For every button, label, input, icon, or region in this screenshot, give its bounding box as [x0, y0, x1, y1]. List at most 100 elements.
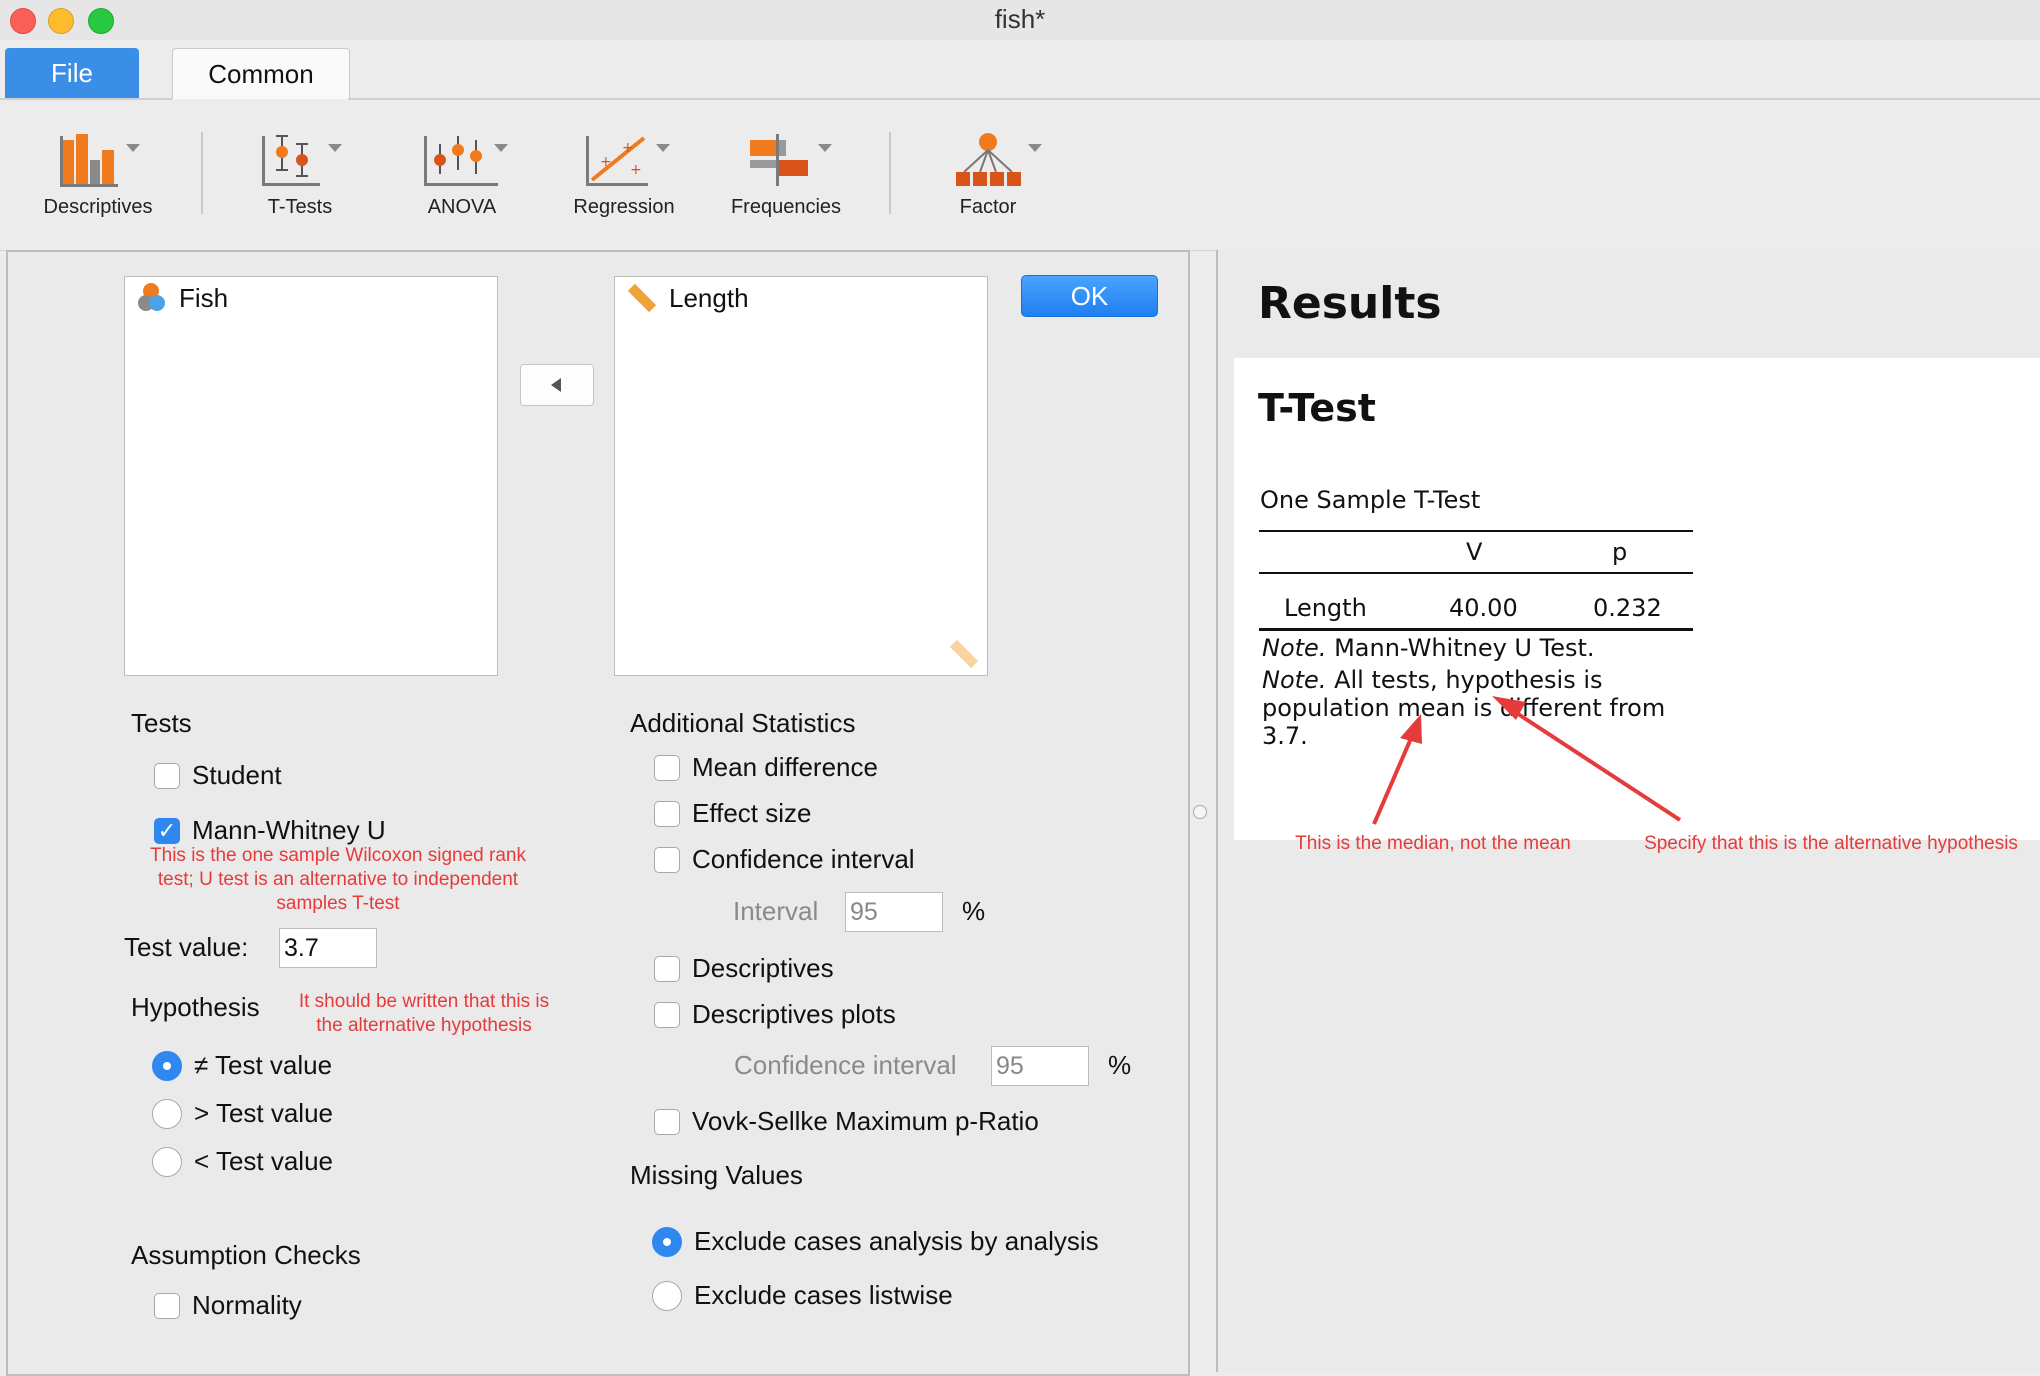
radio-label: < Test value — [194, 1146, 334, 1176]
toolbar-label: Frequencies — [730, 196, 842, 218]
checkbox-label: Vovk-Sellke Maximum p-Ratio — [692, 1106, 1039, 1136]
table-header-rule — [1259, 572, 1693, 574]
column-header-v: V — [1466, 538, 1483, 566]
additional-statistics-header: Additional Statistics — [630, 708, 856, 738]
vovk-sellke-checkbox[interactable]: Vovk-Sellke Maximum p-Ratio — [654, 1106, 1039, 1137]
arrow-line — [1510, 708, 1682, 822]
checkbox[interactable] — [654, 1108, 680, 1135]
toolbar-regression[interactable]: + + + Regression — [564, 130, 684, 230]
toolbar-factor[interactable]: Factor — [928, 130, 1048, 230]
tab-common[interactable]: Common — [172, 48, 350, 99]
assumption-checks-header: Assumption Checks — [131, 1240, 361, 1270]
checkbox-label: Effect size — [692, 798, 812, 828]
hypothesis-option[interactable]: < Test value — [152, 1146, 333, 1177]
tab-file[interactable]: File — [5, 48, 139, 98]
radio-label: Exclude cases analysis by analysis — [694, 1226, 1099, 1256]
checkbox-label: Mann-Whitney U — [192, 815, 386, 845]
checkbox[interactable] — [654, 754, 680, 781]
arrow-line — [1372, 735, 1414, 825]
mean-difference-checkbox[interactable]: Mean difference — [654, 752, 878, 783]
radio[interactable] — [152, 1098, 182, 1129]
checkbox-label: Descriptives — [692, 953, 834, 983]
panel-splitter-handle[interactable] — [1193, 805, 1207, 819]
frequencies-icon — [750, 134, 832, 186]
checkbox-label: Student — [192, 760, 282, 790]
radio-selected[interactable] — [152, 1050, 182, 1081]
table-top-rule — [1259, 530, 1693, 532]
ruler-icon — [949, 639, 979, 669]
missing-values-header: Missing Values — [630, 1160, 803, 1190]
column-header-p: p — [1612, 538, 1628, 566]
svg-text:+: + — [630, 162, 642, 178]
svg-text:+: + — [622, 140, 634, 156]
table-cell-p: 0.232 — [1593, 594, 1662, 622]
percent-label: % — [962, 896, 986, 926]
regression-icon: + + + — [586, 136, 670, 186]
arrow-left-icon — [551, 378, 561, 392]
toolbar-anova[interactable]: ANOVA — [402, 130, 522, 230]
toolbar-label: T-Tests — [267, 196, 333, 218]
plot-ci-label: Confidence interval — [734, 1050, 957, 1080]
test-value-label: Test value: — [124, 932, 249, 962]
table-caption: One Sample T-Test — [1260, 486, 1481, 514]
hypothesis-option[interactable]: > Test value — [152, 1098, 333, 1129]
hypothesis-option[interactable]: ≠ Test value — [152, 1050, 332, 1081]
toolbar-frequencies[interactable]: Frequencies — [726, 130, 846, 230]
checkbox[interactable] — [154, 762, 180, 789]
checkbox[interactable] — [654, 1001, 680, 1028]
radio-label: ≠ Test value — [194, 1050, 333, 1080]
missing-values-option[interactable]: Exclude cases analysis by analysis — [652, 1226, 1099, 1257]
move-variable-button[interactable] — [520, 364, 594, 406]
t-tests-icon — [262, 135, 342, 186]
normality-checkbox[interactable]: Normality — [154, 1290, 302, 1321]
toolbar-label: Factor — [959, 196, 1017, 218]
radio-selected[interactable] — [652, 1226, 682, 1257]
variable-name: Fish — [179, 282, 229, 313]
plot-ci-field[interactable]: 95 — [991, 1046, 1089, 1086]
test-value-field[interactable]: 3.7 — [279, 928, 377, 968]
annotation-wilcoxon: This is the one sample Wilcoxon signed r… — [150, 845, 526, 914]
annotation-median: This is the median, not the mean — [1295, 833, 1571, 854]
mann-whitney-checkbox[interactable]: ✓ Mann-Whitney U — [154, 815, 386, 846]
interval-label: Interval — [733, 896, 819, 926]
ok-button[interactable]: OK — [1021, 275, 1158, 317]
table-row-label: Length — [1284, 594, 1367, 622]
checkbox-label: Mean difference — [692, 752, 878, 782]
toolbar-separator — [201, 132, 203, 214]
nominal-variable-icon — [138, 283, 165, 311]
interval-field[interactable]: 95 — [845, 892, 943, 932]
table-bottom-rule — [1259, 628, 1693, 631]
radio[interactable] — [652, 1280, 682, 1311]
descriptives-icon — [60, 134, 140, 187]
radio[interactable] — [152, 1146, 182, 1177]
list-item[interactable]: Length — [625, 281, 749, 315]
checkbox-label: Normality — [192, 1290, 302, 1320]
toolbar-t-tests[interactable]: T-Tests — [240, 130, 360, 230]
toolbar-descriptives[interactable]: Descriptives — [36, 130, 160, 230]
list-item[interactable]: Fish — [135, 281, 228, 315]
factor-icon — [956, 133, 1042, 186]
toolbar-separator — [889, 132, 891, 214]
available-variables-list[interactable]: Fish — [124, 276, 498, 676]
effect-size-checkbox[interactable]: Effect size — [654, 798, 811, 829]
annotation-alternative: Specify that this is the alternative hyp… — [1644, 833, 2018, 854]
checkbox[interactable] — [654, 800, 680, 827]
checkbox-label: Descriptives plots — [692, 999, 896, 1029]
checkbox-label: Confidence interval — [692, 844, 915, 874]
toolbar-label: Descriptives — [43, 196, 153, 218]
checkbox[interactable] — [654, 846, 680, 873]
checkbox-checked[interactable]: ✓ — [154, 817, 180, 844]
missing-values-option[interactable]: Exclude cases listwise — [652, 1280, 953, 1311]
hypothesis-header: Hypothesis — [131, 992, 260, 1022]
confidence-interval-checkbox[interactable]: Confidence interval — [654, 844, 915, 875]
section-title: T-Test — [1258, 386, 1376, 430]
radio-label: > Test value — [194, 1098, 334, 1128]
selected-variables-list[interactable]: Length — [614, 276, 988, 676]
arrowhead-icon — [1400, 714, 1422, 744]
checkbox[interactable] — [154, 1292, 180, 1319]
descriptives-checkbox[interactable]: Descriptives — [654, 953, 834, 984]
checkbox[interactable] — [654, 955, 680, 982]
student-checkbox[interactable]: Student — [154, 760, 282, 791]
variable-name: Length — [669, 282, 749, 313]
descriptives-plots-checkbox[interactable]: Descriptives plots — [654, 999, 896, 1030]
